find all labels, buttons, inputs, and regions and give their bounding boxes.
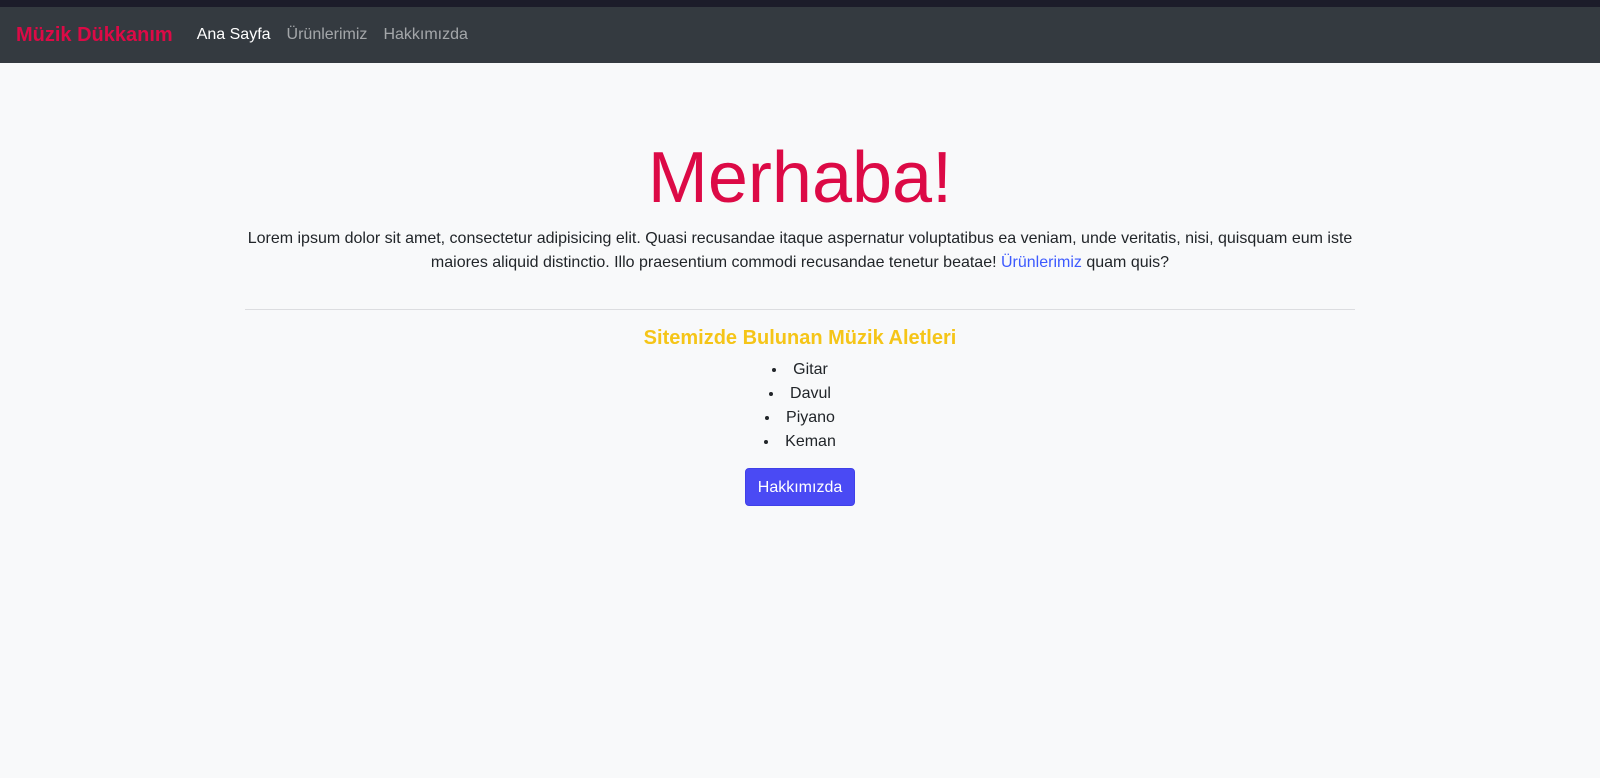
list-item: Keman bbox=[245, 430, 1355, 454]
about-button[interactable]: Hakkımızda bbox=[744, 468, 856, 507]
nav-link-ana-sayfa[interactable]: Ana Sayfa bbox=[189, 18, 279, 52]
instrument-list: Gitar Davul Piyano Keman bbox=[245, 358, 1355, 454]
lead-products-link[interactable]: Ürünlerimiz bbox=[1001, 254, 1082, 271]
list-item: Piyano bbox=[245, 406, 1355, 430]
list-item: Gitar bbox=[245, 358, 1355, 382]
navbar: Müzik Dükkanım Ana Sayfa Ürünlerimiz Hak… bbox=[0, 7, 1600, 63]
window-top-strip bbox=[0, 0, 1600, 7]
section-divider bbox=[245, 309, 1355, 311]
nav-link-urunlerimiz[interactable]: Ürünlerimiz bbox=[279, 18, 376, 52]
nav-links: Ana Sayfa Ürünlerimiz Hakkımızda bbox=[189, 18, 476, 52]
list-item: Davul bbox=[245, 382, 1355, 406]
lead-text-before-link: Lorem ipsum dolor sit amet, consectetur … bbox=[247, 230, 1353, 272]
hero-title: Merhaba! bbox=[647, 138, 953, 218]
instruments-section-title: Sitemizde Bulunan Müzik Aletleri bbox=[643, 327, 957, 350]
main-content: Merhaba! Lorem ipsum dolor sit amet, con… bbox=[245, 63, 1355, 507]
brand-logo-link[interactable]: Müzik Dükkanım bbox=[16, 24, 173, 47]
lead-paragraph: Lorem ipsum dolor sit amet, consectetur … bbox=[245, 227, 1355, 275]
lead-text-after-link: quam quis? bbox=[1081, 254, 1170, 272]
nav-link-hakkimizda[interactable]: Hakkımızda bbox=[375, 18, 475, 52]
